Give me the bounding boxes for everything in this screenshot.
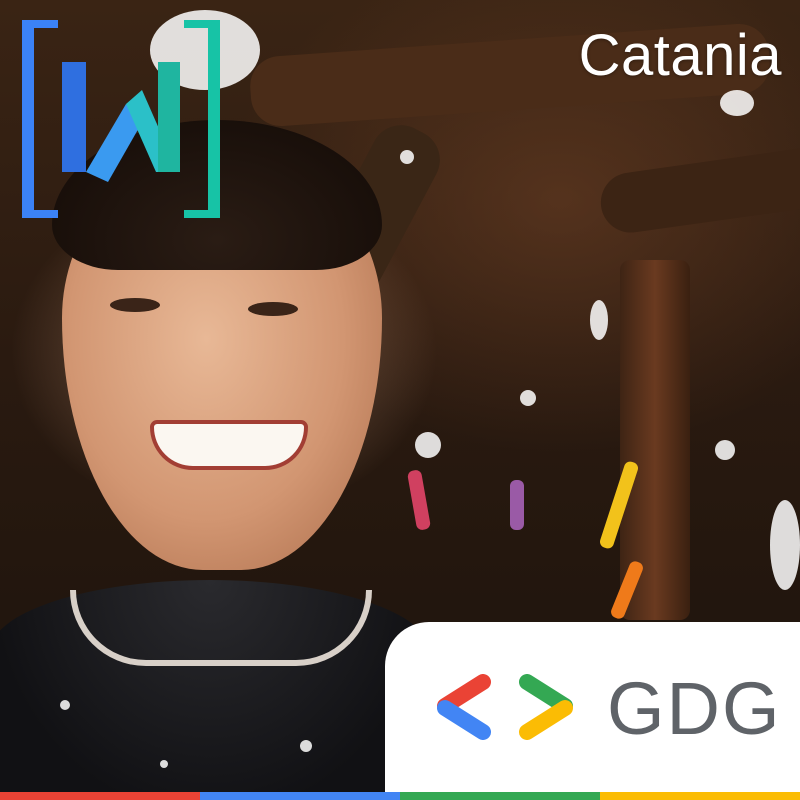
city-label: Catania [578,23,782,88]
stripe-yellow [600,792,800,800]
smile [150,420,308,470]
w-bracket-logo-icon [22,20,220,218]
decoration-ribbon [510,480,524,530]
google-color-stripe [0,792,800,800]
stripe-red [0,792,200,800]
snowflake [300,740,312,752]
eye [248,302,298,316]
profile-frame: Catania GDG [0,0,800,800]
gdg-label: GDG [607,667,782,750]
snowflake [520,390,536,406]
snowflake [400,150,414,164]
snowflake [770,500,800,590]
snowflake [60,700,70,710]
snowflake [415,432,441,458]
snowflake [160,760,168,768]
gdg-badge: GDG [385,622,800,800]
snowflake [715,440,735,460]
sweater-collar [70,590,372,666]
snowflake [590,300,608,340]
stripe-blue [200,792,400,800]
stripe-green [400,792,600,800]
eye [110,298,160,312]
snowflake [720,90,754,116]
gdg-chevrons-icon [437,674,573,740]
